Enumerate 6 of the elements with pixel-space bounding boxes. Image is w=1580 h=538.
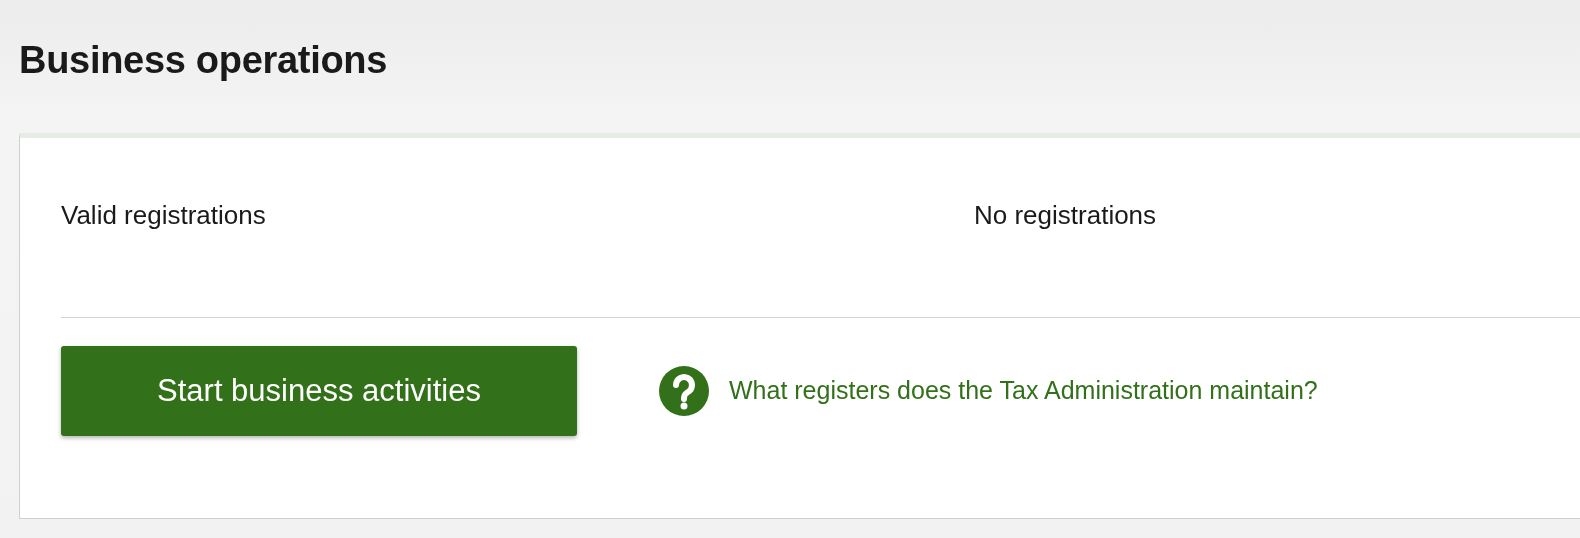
start-business-button[interactable]: Start business activities xyxy=(61,346,577,436)
help-link[interactable]: What registers does the Tax Administration maintain? xyxy=(729,372,1318,410)
registrations-value: No registrations xyxy=(974,199,1157,232)
page-title: Business operations xyxy=(18,38,389,83)
help-icon xyxy=(659,366,709,416)
registrations-label: Valid registrations xyxy=(61,199,267,232)
